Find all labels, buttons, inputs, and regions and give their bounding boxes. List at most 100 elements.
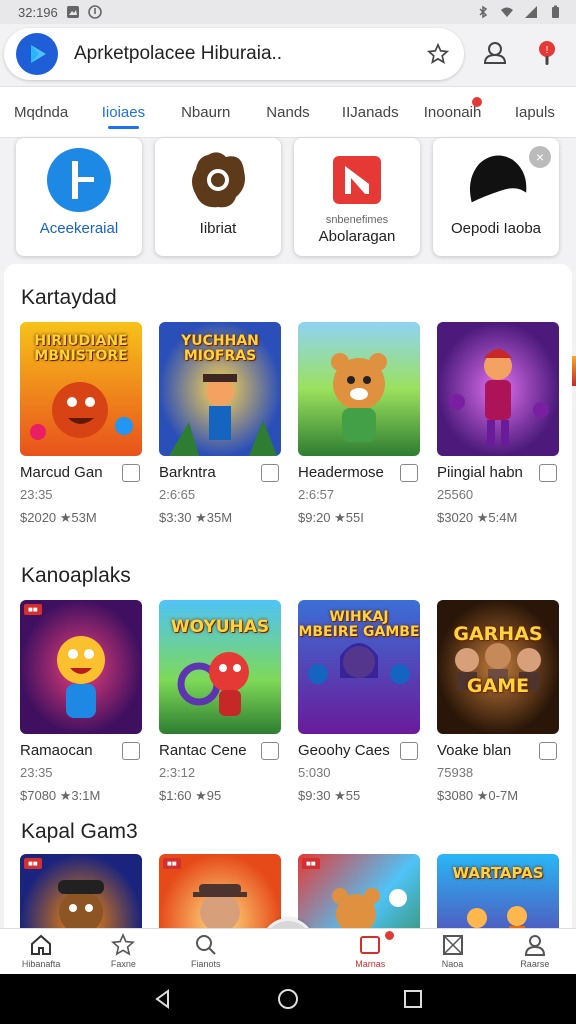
game-tag-badge: ■■ xyxy=(24,604,42,615)
game-thumbnail xyxy=(298,322,420,456)
app-icon xyxy=(323,146,391,214)
tab-badge-dot xyxy=(471,97,482,107)
tab-6[interactable]: Inoonaih xyxy=(411,87,493,137)
notification-icon[interactable]: ! xyxy=(530,36,564,70)
game-card[interactable]: Piingial habn 25560 $3020 ★5:4M xyxy=(437,322,559,526)
bottom-navigation: Hibanafta Faxne Fianots Marnas Naoa Raar… xyxy=(0,928,576,974)
game-row: ■■ Ramaocan 23:35 $7080 ★3:1M WOYUHAS Ra… xyxy=(20,600,560,804)
game-price-rating: $2020 ★53M xyxy=(20,510,97,525)
featured-app-card[interactable]: Aceekeraial xyxy=(16,138,142,256)
game-price-rating: $3080 ★0-7M xyxy=(437,788,519,803)
search-bar[interactable]: Aprketpolacee Hiburaia.. xyxy=(4,28,464,80)
game-card[interactable]: GARHAS GAME Voake blan 75938 $3080 ★0-7M xyxy=(437,600,559,804)
game-thumbnail: ■■ xyxy=(20,854,142,928)
app-icon xyxy=(184,146,252,214)
select-checkbox[interactable] xyxy=(122,742,140,760)
game-thumbnail: ■■ xyxy=(159,854,281,928)
battery-icon xyxy=(552,5,559,18)
info-notification-icon xyxy=(87,5,102,19)
play-logo-icon xyxy=(16,33,58,75)
game-thumbnail: WIHKAJ MBEIRE GAMBE xyxy=(298,600,420,734)
section-title: Kanoaplaks xyxy=(21,564,131,587)
star-icon[interactable] xyxy=(424,40,452,68)
game-art-title: WIHKAJ MBEIRE GAMBE xyxy=(298,609,420,640)
select-checkbox[interactable] xyxy=(261,464,279,482)
tab-2[interactable]: Iioiaes xyxy=(82,87,164,137)
game-card[interactable]: WOYUHAS Rantac Cene 2:3:12 $1:60 ★95 xyxy=(159,600,281,804)
back-icon[interactable] xyxy=(152,988,174,1010)
game-art-title: WARTAPAS xyxy=(452,864,544,882)
featured-app-label: Oepodi Iaoba xyxy=(450,220,542,237)
grid-icon xyxy=(442,935,463,955)
game-thumbnail xyxy=(437,322,559,456)
status-bar: 32:196 xyxy=(0,0,576,24)
game-art-title: WOYUHAS xyxy=(170,617,270,637)
image-notification-icon xyxy=(66,6,79,18)
recents-icon[interactable] xyxy=(402,988,424,1010)
nav-search[interactable]: Fianots xyxy=(165,929,247,974)
featured-app-card[interactable]: × Oepodi Iaoba xyxy=(433,138,559,256)
game-size: 2:6:65 xyxy=(159,487,196,502)
select-checkbox[interactable] xyxy=(400,742,418,760)
select-checkbox[interactable] xyxy=(539,742,557,760)
tab-5[interactable]: IIJanads xyxy=(329,87,411,137)
nav-library[interactable]: Naoa xyxy=(411,929,493,974)
featured-apps-row: Aceekeraial Iibriat snbenefimes Abolarag… xyxy=(16,138,564,256)
game-card[interactable]: ■■ Ramaocan 23:35 $7080 ★3:1M xyxy=(20,600,142,804)
game-size: 2:6:57 xyxy=(298,487,335,502)
tab-3[interactable]: Nbaurn xyxy=(165,87,247,137)
home-circle-icon[interactable] xyxy=(277,988,299,1010)
game-row: ■■ ■■ ■■ WARTAPAS xyxy=(20,854,560,928)
game-tag-badge: ■■ xyxy=(163,858,181,869)
game-card[interactable]: ■■ xyxy=(159,854,281,928)
select-checkbox[interactable] xyxy=(539,464,557,482)
game-card[interactable]: WARTAPAS xyxy=(437,854,559,928)
game-thumbnail: HIRIUDIANE MBNISTORE xyxy=(20,322,142,456)
nav-home[interactable]: Hibanafta xyxy=(0,929,82,974)
nav-updates[interactable]: Marnas xyxy=(329,929,411,974)
game-card[interactable]: ■■ xyxy=(298,854,420,928)
tab-7[interactable]: Iapuls xyxy=(494,87,576,137)
game-size: 23:35 xyxy=(20,765,53,780)
game-price-rating: $9:30 ★55 xyxy=(298,788,361,803)
nav-badge-dot xyxy=(385,931,395,940)
wifi-icon xyxy=(501,7,513,17)
game-card[interactable]: ■■ xyxy=(20,854,142,928)
select-checkbox[interactable] xyxy=(261,742,279,760)
select-checkbox[interactable] xyxy=(400,464,418,482)
close-icon[interactable]: × xyxy=(529,146,551,168)
content-panel: Kartaydad HIRIUDIANE MBNISTORE Marcud Ga… xyxy=(4,264,572,928)
featured-app-card[interactable]: snbenefimes Abolaragan xyxy=(294,138,420,256)
inbox-icon xyxy=(360,936,381,954)
game-price-rating: $7080 ★3:1M xyxy=(20,788,101,803)
game-card[interactable]: Headermose 2:6:57 $9:20 ★55I xyxy=(298,322,420,526)
game-card[interactable]: WIHKAJ MBEIRE GAMBE Geoohy Caes 5:030 $9… xyxy=(298,600,420,804)
search-input[interactable]: Aprketpolacee Hiburaia.. xyxy=(74,43,424,65)
game-tag-badge: ■■ xyxy=(302,858,320,869)
signal-icon xyxy=(525,6,537,18)
game-card[interactable]: HIRIUDIANE MBNISTORE Marcud Gan 23:35 $2… xyxy=(20,322,142,526)
featured-app-label: Aceekeraial xyxy=(39,220,119,237)
section-title: Kartaydad xyxy=(21,286,117,309)
bluetooth-icon xyxy=(479,5,488,19)
nav-center-spacer xyxy=(247,929,329,974)
clock: 32:196 xyxy=(18,4,58,20)
star-icon xyxy=(111,933,136,956)
tab-1[interactable]: Mqdnda xyxy=(0,87,82,137)
account-icon[interactable] xyxy=(478,36,512,70)
nav-profile[interactable]: Raarse xyxy=(494,929,576,974)
app-icon xyxy=(45,146,113,214)
game-thumbnail: ■■ xyxy=(20,600,142,734)
game-card[interactable]: YUCHHAN MIOFRAS Barkntra 2:6:65 $3:30 ★3… xyxy=(159,322,281,526)
featured-app-card[interactable]: Iibriat xyxy=(155,138,281,256)
featured-app-label: Abolaragan xyxy=(318,228,396,245)
nav-favorites[interactable]: Faxne xyxy=(82,929,164,974)
featured-app-sublabel: snbenefimes xyxy=(325,214,389,226)
game-thumbnail: ■■ xyxy=(298,854,420,928)
home-icon xyxy=(31,934,52,955)
game-size: 5:030 xyxy=(298,765,331,780)
section-title: Kapal Gam3 xyxy=(21,820,138,843)
tab-4[interactable]: Nands xyxy=(247,87,329,137)
game-size: 25560 xyxy=(437,487,474,502)
select-checkbox[interactable] xyxy=(122,464,140,482)
